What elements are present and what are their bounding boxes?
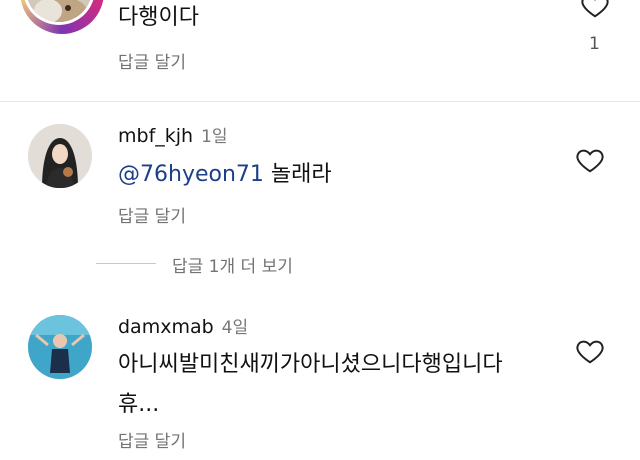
comment-text-line-2: 휴... xyxy=(118,392,160,417)
view-replies-line xyxy=(96,263,156,264)
avatar-story-ring[interactable] xyxy=(20,0,104,34)
view-more-replies-button[interactable]: 답글 1개 더 보기 xyxy=(172,252,293,277)
reply-button[interactable]: 답글 달기 xyxy=(118,202,186,227)
username[interactable]: damxmab xyxy=(118,316,214,338)
comment-text: @76hyeon71 놀래라 xyxy=(118,155,332,195)
comment-body: 놀래라 xyxy=(270,162,332,187)
comment-header: mbf_kjh 1일 xyxy=(118,122,228,147)
avatar-inner xyxy=(23,0,95,25)
avatar[interactable] xyxy=(28,315,92,379)
person-photo-icon xyxy=(28,124,92,188)
reply-button[interactable]: 답글 달기 xyxy=(118,427,186,452)
timestamp: 1일 xyxy=(201,127,228,147)
comment-text: 다행이다 xyxy=(118,5,199,30)
comment-text-line-1: 아니씨발미친새끼가아니셨으니다행입니다 xyxy=(118,352,503,377)
dog-photo-icon xyxy=(26,0,92,22)
reply-button[interactable]: 답글 달기 xyxy=(118,48,186,73)
comment-header: damxmab 4일 xyxy=(118,313,248,338)
heart-outline-icon[interactable] xyxy=(580,0,610,20)
heart-outline-icon[interactable] xyxy=(575,336,605,366)
username[interactable]: mbf_kjh xyxy=(118,125,193,147)
pool-photo-icon xyxy=(28,315,92,379)
avatar xyxy=(26,0,92,22)
mention-link[interactable]: @76hyeon71 xyxy=(118,162,264,187)
timestamp: 4일 xyxy=(221,318,249,338)
avatar[interactable] xyxy=(28,124,92,188)
heart-outline-icon[interactable] xyxy=(575,145,605,175)
like-count: 1 xyxy=(589,34,600,54)
divider xyxy=(0,101,640,102)
